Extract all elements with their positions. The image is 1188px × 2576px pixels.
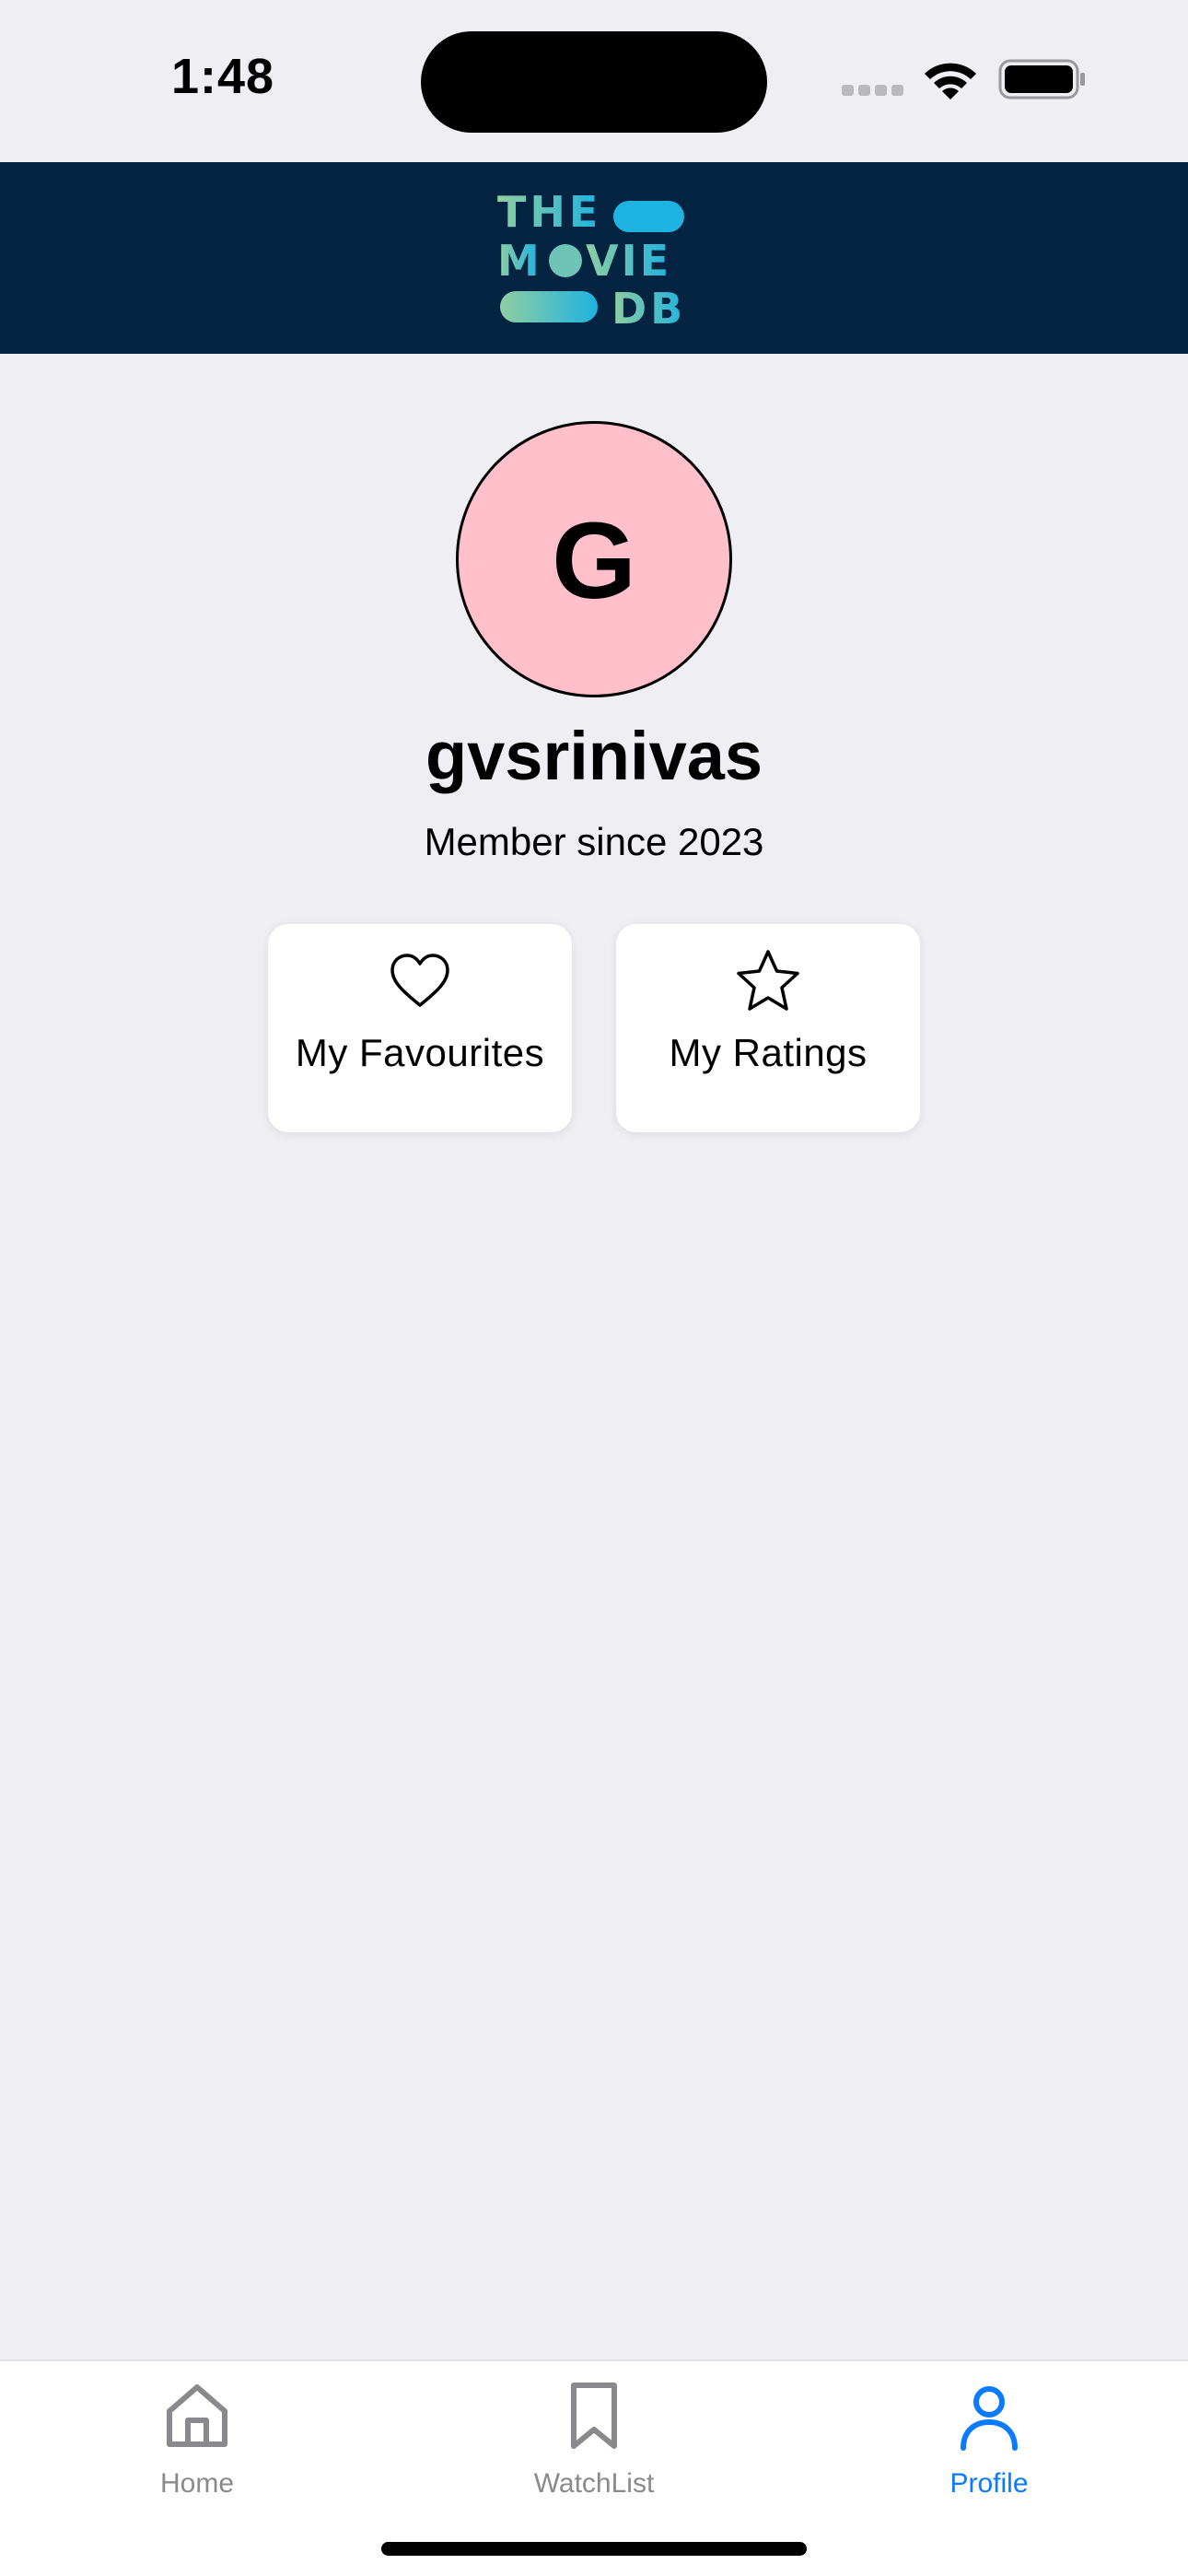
status-time: 1:48 [171,49,275,104]
tab-watchlist[interactable]: WatchList [474,2380,714,2518]
tab-home[interactable]: Home [77,2380,317,2518]
bookmark-icon [571,2383,617,2449]
status-bar: 1:48 [0,0,1188,162]
my-ratings-label: My Ratings [669,1031,868,1074]
logo-line2b: VIE [586,236,671,286]
wifi-icon [925,63,976,100]
tab-home-label: Home [159,2468,235,2499]
tab-watchlist-label: WatchList [533,2468,655,2499]
tmdb-logo: THE M VIE DB [497,188,686,328]
home-icon [167,2384,227,2447]
home-indicator [381,2542,807,2556]
avatar-initial: G [552,500,636,622]
tab-profile-label: Profile [949,2468,1029,2499]
logo-line3: DB [611,284,686,328]
my-ratings-button[interactable]: My Ratings [616,924,920,1132]
logo-line2a: M [497,236,540,286]
avatar: G [456,421,732,697]
logo-line1: THE [497,188,601,237]
person-icon [961,2386,1018,2451]
dynamic-island [421,31,767,133]
member-since-label: Member since 2023 [424,820,764,863]
battery-icon [998,59,1085,100]
cellular-signal-icon [842,85,904,96]
my-favourites-button[interactable]: My Favourites [268,924,572,1132]
my-favourites-label: My Favourites [295,1031,545,1074]
tab-profile[interactable]: Profile [869,2380,1109,2518]
username: gvsrinivas [425,718,763,794]
heart-icon [390,954,449,1007]
star-icon [737,950,799,1011]
